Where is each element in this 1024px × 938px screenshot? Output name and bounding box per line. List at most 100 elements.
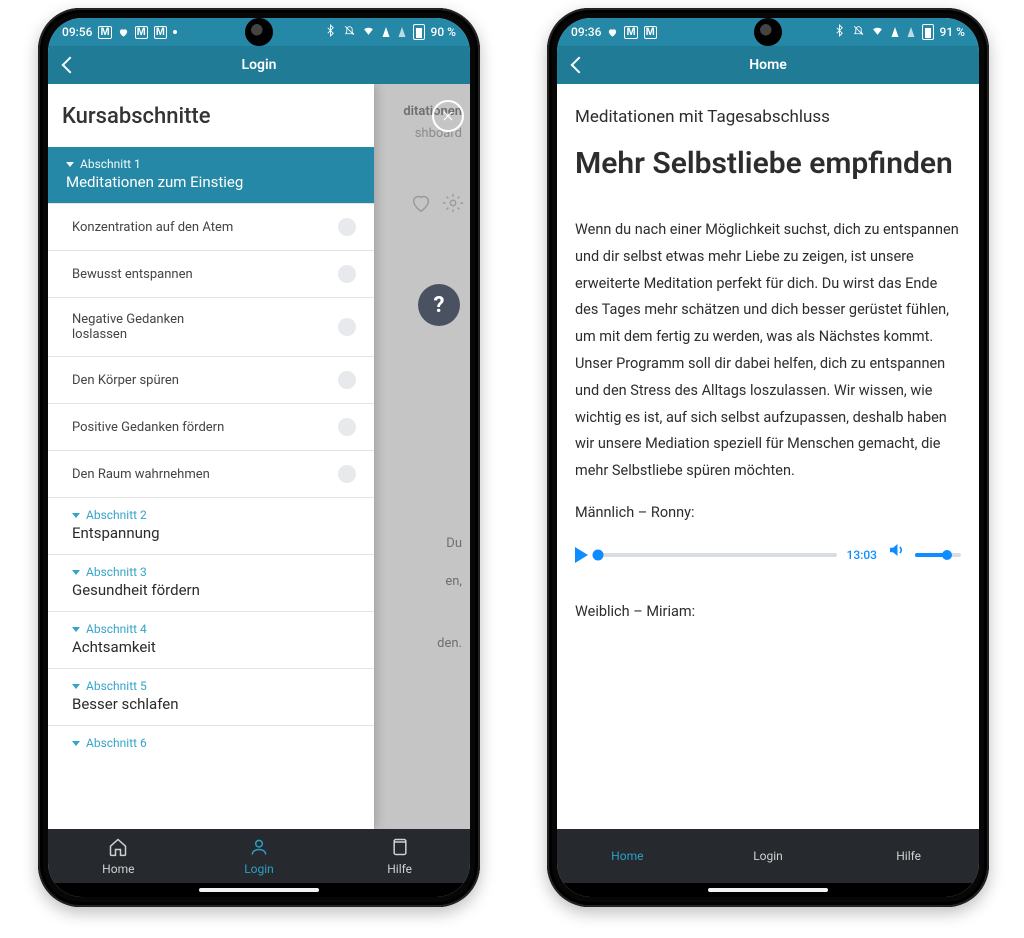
article-body: Wenn du nach einer Möglichkeit suchst, d… (575, 217, 961, 485)
gmail-icon: M (624, 26, 637, 39)
section-title: Entspannung (72, 524, 360, 542)
progress-ring-icon (338, 465, 356, 483)
heart-icon (607, 27, 618, 38)
status-time: 09:56 (62, 25, 92, 39)
section-title: Meditationen zum Einstieg (66, 173, 360, 191)
voice-label-2: Weiblich – Miriam: (575, 599, 961, 626)
caret-down-icon (72, 627, 80, 632)
caret-down-icon (72, 513, 80, 518)
lesson-item[interactable]: Positive Gedanken fördern (48, 403, 374, 450)
voice-label-1: Männlich – Ronny: (575, 500, 961, 527)
nav-login[interactable]: Login (698, 849, 837, 863)
section-header[interactable]: Abschnitt 3 Gesundheit fördern (48, 554, 374, 611)
section-kicker: Abschnitt 1 (80, 157, 141, 171)
app-header: Home (557, 46, 979, 84)
screen-right: 09:36 M M 91 % Home Meditationen mit Tag… (557, 18, 979, 897)
drawer-heading: Kursabschnitte (62, 104, 360, 129)
gmail-icon: M (135, 26, 148, 39)
duration: 13:03 (847, 544, 877, 566)
nav-label: Hilfe (896, 849, 921, 863)
chevron-left-icon (62, 57, 79, 74)
nav-label: Login (753, 849, 783, 863)
bluetooth-icon (833, 24, 846, 40)
lesson-label: Konzentration auf den Atem (72, 220, 233, 235)
lesson-item[interactable]: Den Körper spüren (48, 356, 374, 403)
dnd-icon (852, 24, 865, 40)
audio-player: 13:03 (575, 541, 961, 569)
section-kicker: Abschnitt 4 (86, 622, 147, 636)
section-header-active[interactable]: Abschnitt 1 Meditationen zum Einstieg (48, 147, 374, 203)
progress-ring-icon (338, 218, 356, 236)
lesson-item[interactable]: Den Raum wahrnehmen (48, 450, 374, 497)
gmail-icon: M (644, 26, 657, 39)
seek-knob[interactable] (593, 549, 604, 560)
nav-help[interactable]: Hilfe (839, 849, 978, 863)
gesture-bar[interactable] (48, 883, 470, 897)
signal-icon (907, 27, 914, 37)
caret-down-icon (72, 684, 80, 689)
content-left: ditationen shboard Du en, den. ? Kursabs… (48, 84, 470, 829)
progress-ring-icon (338, 318, 356, 336)
volume-knob[interactable] (942, 550, 952, 560)
close-button[interactable] (432, 100, 464, 132)
play-button[interactable] (575, 547, 588, 563)
wifi-icon (362, 24, 375, 40)
bluetooth-icon (324, 24, 337, 40)
lesson-label: Bewusst entspannen (72, 267, 193, 282)
article: Meditationen mit Tagesabschluss Mehr Sel… (557, 84, 979, 626)
speaker-icon[interactable] (887, 541, 905, 569)
lesson-label: Negative Gedanken loslassen (72, 312, 242, 342)
status-time: 09:36 (571, 25, 601, 39)
section-kicker: Abschnitt 2 (86, 508, 147, 522)
app-title: Home (749, 57, 787, 73)
more-icon (173, 30, 177, 34)
help-fab[interactable]: ? (418, 284, 460, 326)
battery-percent: 91 % (940, 25, 965, 39)
nav-label: Login (244, 862, 274, 876)
gesture-bar[interactable] (557, 883, 979, 897)
nav-help[interactable]: Hilfe (330, 837, 469, 876)
nav-home[interactable]: Home (49, 837, 188, 876)
nav-label: Hilfe (387, 862, 412, 876)
signal-icon (398, 27, 405, 37)
section-header[interactable]: Abschnitt 6 (48, 725, 374, 762)
lesson-label: Positive Gedanken fördern (72, 420, 224, 435)
lesson-item[interactable]: Bewusst entspannen (48, 250, 374, 297)
section-title: Gesundheit fördern (72, 581, 360, 599)
progress-ring-icon (338, 265, 356, 283)
screen-left: 09:56 M M M 90 % Login (48, 18, 470, 897)
bottom-nav: Home Login Hilfe (557, 829, 979, 883)
nav-home[interactable]: Home (558, 849, 697, 863)
section-title: Besser schlafen (72, 695, 360, 713)
article-eyebrow: Meditationen mit Tagesabschluss (575, 102, 961, 133)
section-title: Achtsamkeit (72, 638, 360, 656)
wifi-icon (871, 24, 884, 40)
chevron-left-icon (571, 57, 588, 74)
home-icon (108, 837, 128, 860)
nav-label: Home (102, 862, 134, 876)
section-header[interactable]: Abschnitt 2 Entspannung (48, 497, 374, 554)
article-title: Mehr Selbstliebe empfinden (575, 145, 961, 183)
nav-login[interactable]: Login (189, 837, 328, 876)
lesson-item[interactable]: Negative Gedanken loslassen (48, 297, 374, 356)
caret-down-icon (66, 162, 74, 167)
phone-left: 09:56 M M M 90 % Login (38, 8, 480, 907)
app-title: Login (242, 57, 277, 73)
heart-icon (118, 27, 129, 38)
camera-cutout (245, 18, 273, 46)
battery-icon (413, 24, 425, 40)
battery-icon (922, 24, 934, 40)
progress-ring-icon (338, 418, 356, 436)
back-button[interactable] (56, 46, 84, 84)
seek-track[interactable] (598, 553, 837, 557)
volume-track[interactable] (915, 553, 961, 557)
gmail-icon: M (154, 26, 167, 39)
app-header: Login (48, 46, 470, 84)
content-right[interactable]: Meditationen mit Tagesabschluss Mehr Sel… (557, 84, 979, 829)
back-button[interactable] (565, 46, 593, 84)
lesson-item[interactable]: Konzentration auf den Atem (48, 203, 374, 250)
section-header[interactable]: Abschnitt 5 Besser schlafen (48, 668, 374, 725)
section-kicker: Abschnitt 5 (86, 679, 147, 693)
signal-icon (891, 27, 898, 37)
section-header[interactable]: Abschnitt 4 Achtsamkeit (48, 611, 374, 668)
